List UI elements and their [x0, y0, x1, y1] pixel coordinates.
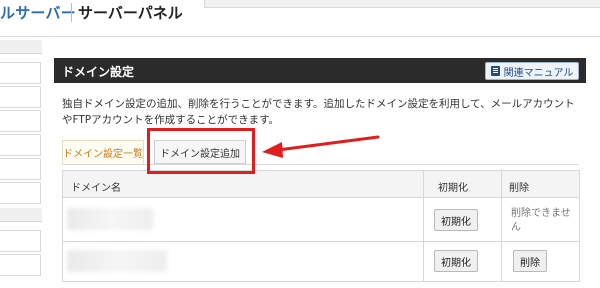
annotation-arrow-icon — [262, 135, 380, 158]
